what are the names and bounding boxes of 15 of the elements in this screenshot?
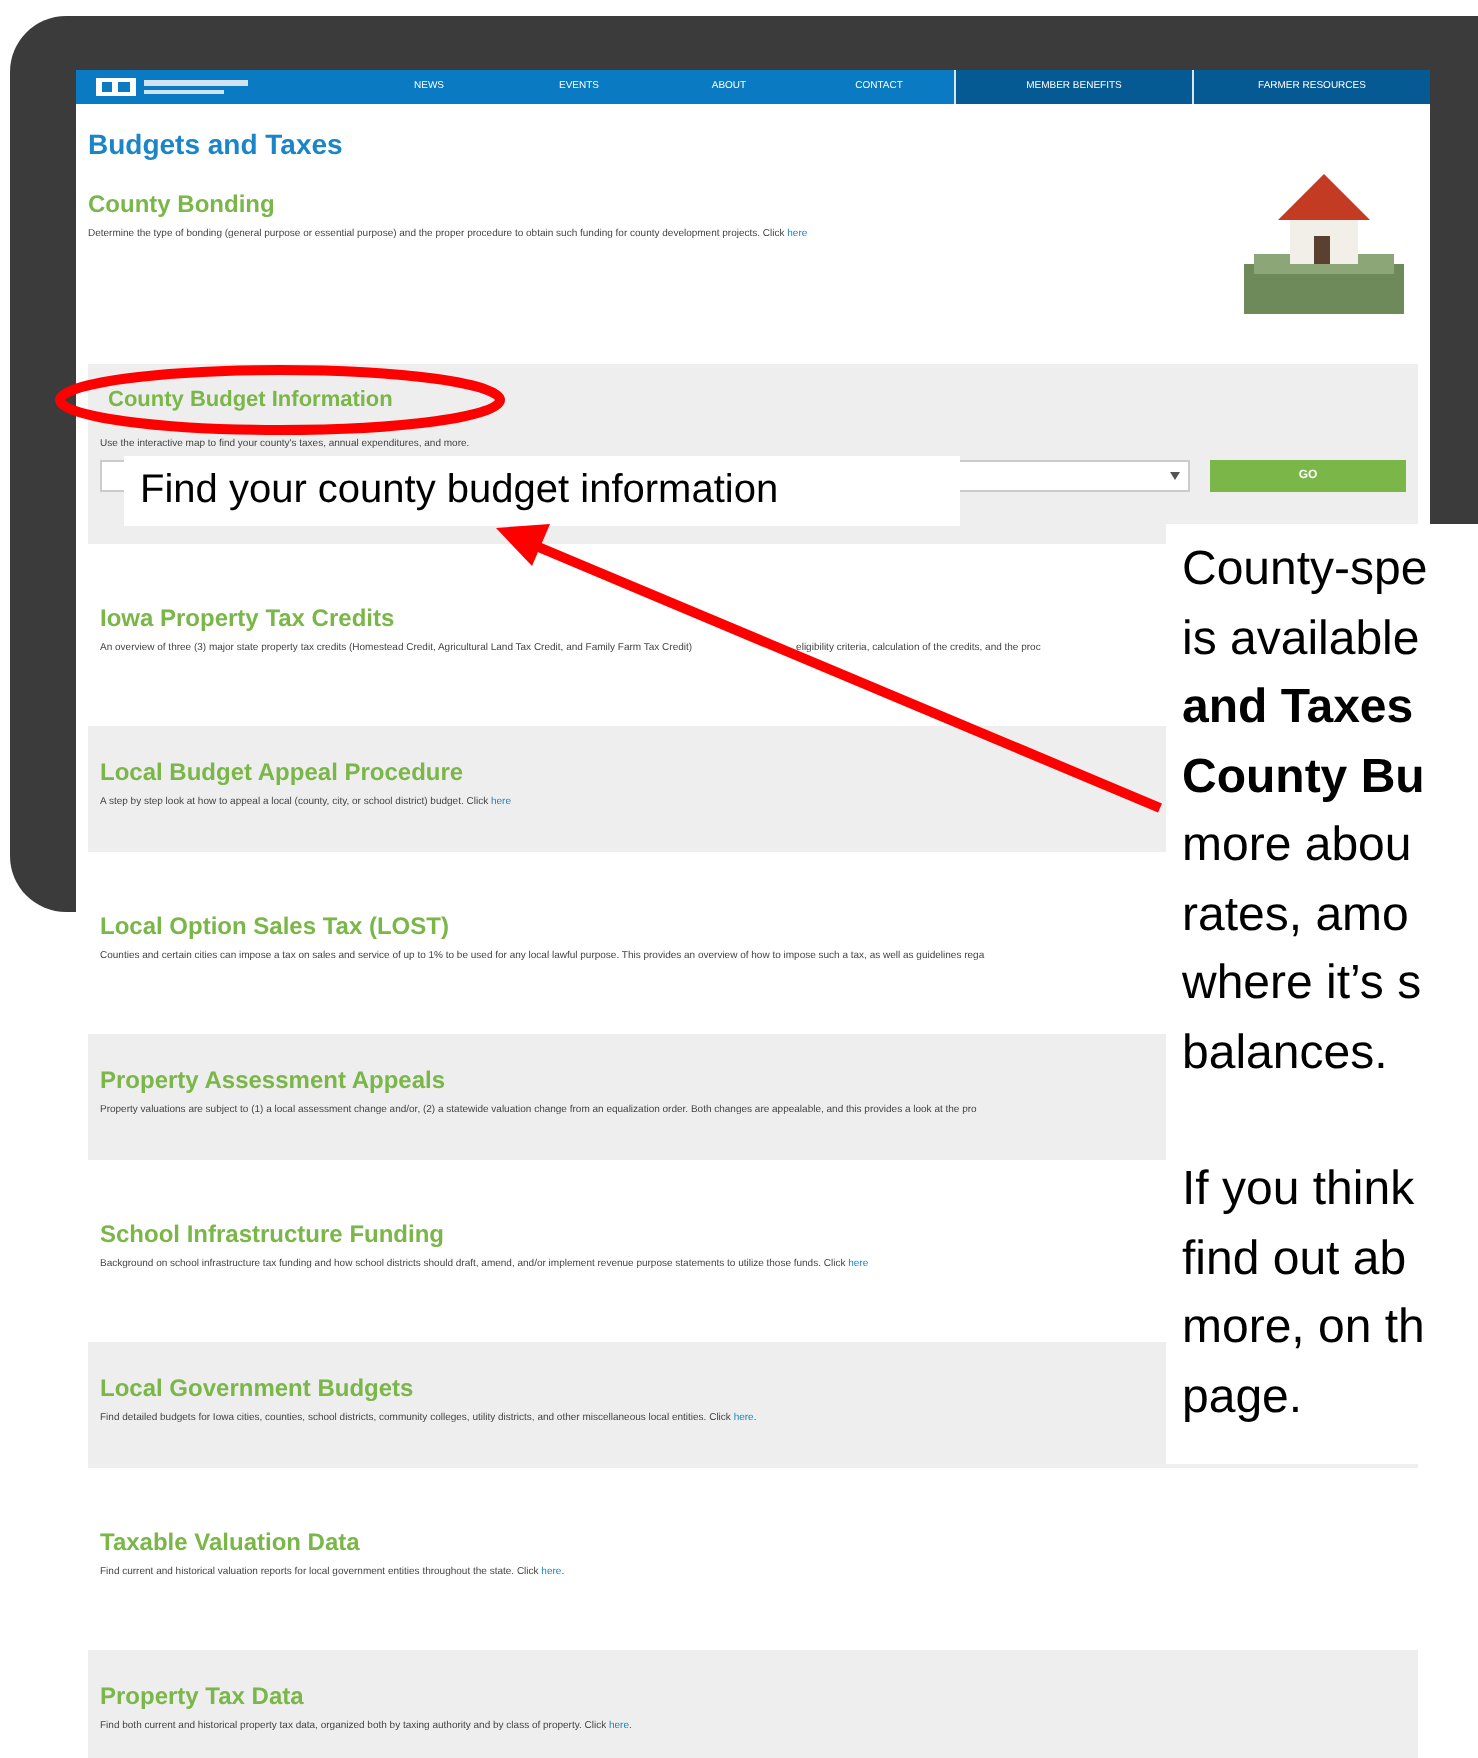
annotation-tooltip: Find your county budget information	[124, 456, 960, 526]
callout-text: If you think find out ab more, on th page.	[1182, 1160, 1427, 1427]
section-title: Local Option Sales Tax (LOST)	[100, 912, 449, 940]
caret-icon	[1170, 472, 1180, 480]
section-title: County Bonding	[88, 190, 277, 218]
section-title: Taxable Valuation Data	[100, 1528, 360, 1556]
section-title: County Budget Information	[108, 386, 393, 414]
section-title: Iowa Property Tax Credits	[100, 604, 395, 632]
section-title: Property Tax Data	[100, 1682, 304, 1710]
section-title: Local Budget Appeal Procedure	[100, 758, 464, 786]
section-title: School Infrastructure Funding	[100, 1220, 445, 1248]
callout-text: County-spe is available and Taxes County Bu more abou rates, amo where it’s s balances.	[1182, 540, 1430, 1083]
section-title: Property Assessment Appeals	[100, 1066, 446, 1094]
page-title: Budgets and Taxes	[88, 128, 345, 160]
section-title: Local Government Budgets	[100, 1374, 414, 1402]
